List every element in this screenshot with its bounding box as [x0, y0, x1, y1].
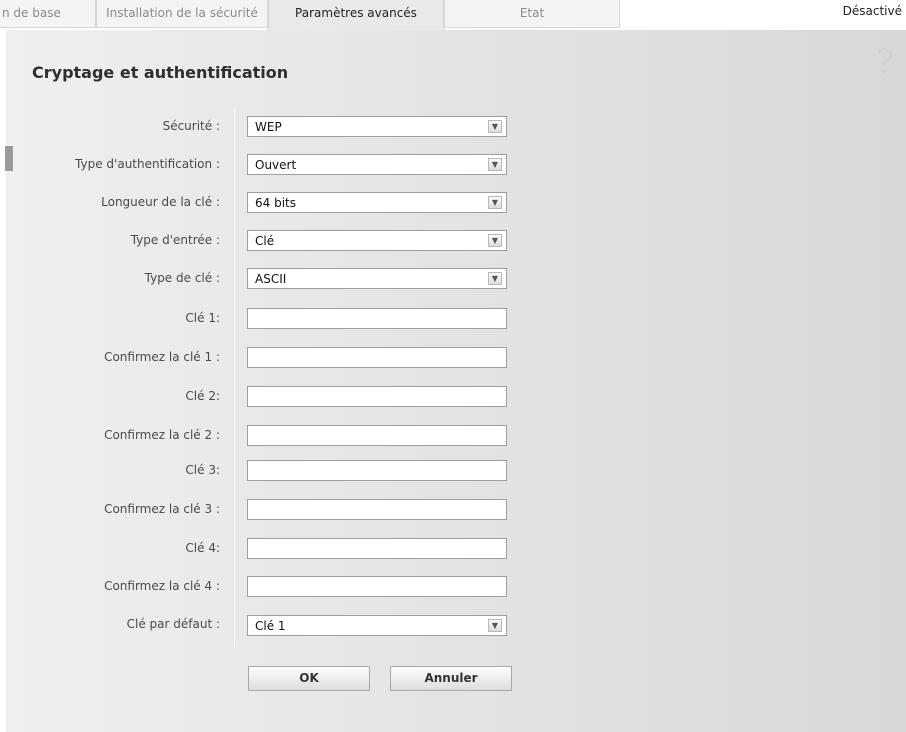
- key2-input[interactable]: [247, 386, 507, 407]
- key-length-select[interactable]: 64 bits ▼: [247, 192, 507, 213]
- auth-type-select[interactable]: Ouvert ▼: [247, 154, 507, 175]
- key1-input[interactable]: [247, 308, 507, 329]
- auth-type-label: Type d'authentification :: [75, 157, 220, 171]
- key-length-value: 64 bits: [255, 196, 296, 210]
- chevron-down-icon[interactable]: ▼: [488, 234, 502, 247]
- key-type-value: ASCII: [255, 272, 287, 286]
- input-type-label: Type d'entrée :: [130, 233, 220, 247]
- chevron-down-icon[interactable]: ▼: [488, 196, 502, 209]
- cancel-button[interactable]: Annuler: [390, 666, 512, 691]
- key1-label: Clé 1:: [185, 311, 220, 325]
- chevron-down-icon[interactable]: ▼: [488, 120, 502, 133]
- default-key-label: Clé par défaut :: [126, 617, 220, 631]
- key4-input[interactable]: [247, 538, 507, 559]
- key-length-label: Longueur de la clé :: [101, 195, 220, 209]
- key3-input[interactable]: [247, 460, 507, 481]
- question-mark-icon[interactable]: ?: [873, 42, 897, 82]
- key3-label: Clé 3:: [185, 463, 220, 477]
- security-label: Sécurité :: [162, 119, 220, 133]
- confirm-key2-label: Confirmez la clé 2 :: [104, 428, 220, 442]
- confirm-key2-input[interactable]: [247, 425, 507, 446]
- confirm-key1-label: Confirmez la clé 1 :: [104, 350, 220, 364]
- chevron-down-icon[interactable]: ▼: [488, 619, 502, 632]
- confirm-key3-input[interactable]: [247, 499, 507, 520]
- security-select[interactable]: WEP ▼: [247, 116, 507, 137]
- page-title: Cryptage et authentification: [32, 63, 289, 82]
- tab-status[interactable]: Etat: [444, 0, 620, 28]
- default-key-select[interactable]: Clé 1 ▼: [247, 615, 507, 636]
- confirm-key4-input[interactable]: [247, 576, 507, 597]
- tab-security-setup[interactable]: Installation de la sécurité: [96, 0, 268, 28]
- side-marker: [5, 146, 13, 171]
- key-type-label: Type de clé :: [144, 271, 220, 285]
- default-key-value: Clé 1: [255, 619, 286, 633]
- tab-basic-settings[interactable]: n de base: [0, 0, 96, 28]
- confirm-key1-input[interactable]: [247, 347, 507, 368]
- key2-label: Clé 2:: [185, 389, 220, 403]
- input-type-value: Clé: [255, 234, 275, 248]
- tab-bar: n de base Installation de la sécurité Pa…: [0, 0, 906, 30]
- input-type-select[interactable]: Clé ▼: [247, 230, 507, 251]
- chevron-down-icon[interactable]: ▼: [488, 158, 502, 171]
- tab-advanced-settings[interactable]: Paramètres avancés: [268, 0, 444, 30]
- confirm-key4-label: Confirmez la clé 4 :: [104, 579, 220, 593]
- ok-button[interactable]: OK: [248, 666, 370, 691]
- column-divider: [234, 107, 235, 647]
- auth-type-value: Ouvert: [255, 158, 297, 172]
- status-indicator: Désactivé: [842, 4, 902, 18]
- confirm-key3-label: Confirmez la clé 3 :: [104, 502, 220, 516]
- key4-label: Clé 4:: [185, 541, 220, 555]
- security-value: WEP: [255, 120, 282, 134]
- key-type-select[interactable]: ASCII ▼: [247, 268, 507, 289]
- chevron-down-icon[interactable]: ▼: [488, 272, 502, 285]
